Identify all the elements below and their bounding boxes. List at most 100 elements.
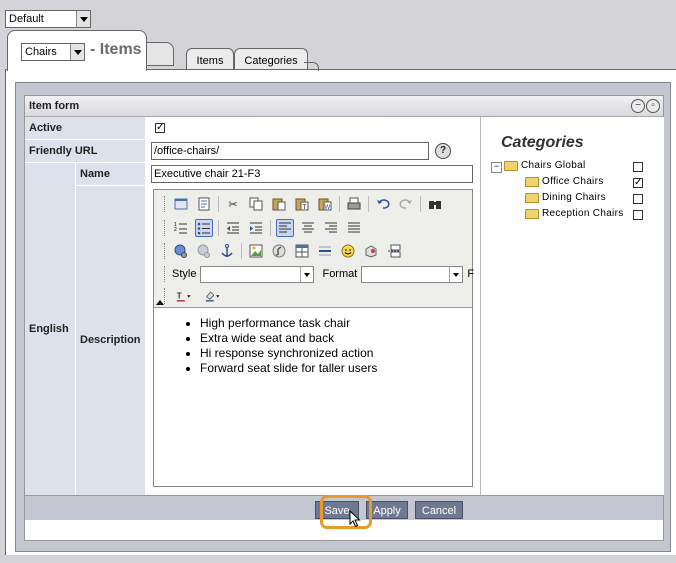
tree-item-chairs-global[interactable]: Chairs Global	[504, 160, 585, 171]
editor-toolbar: ✂ T W 1 2 Style Format F T	[154, 190, 474, 308]
chevron-down-icon[interactable]	[300, 266, 313, 282]
paste-icon[interactable]	[270, 195, 288, 213]
toolbar-row-4: Style Format F	[164, 263, 478, 285]
link-icon[interactable]	[172, 242, 190, 260]
tree-item-office-chairs[interactable]: Office Chairs	[525, 176, 604, 187]
rule-icon[interactable]	[316, 242, 334, 260]
active-checkbox[interactable]: ✓	[155, 123, 165, 133]
default-select[interactable]: Default	[5, 10, 91, 28]
form-header: Item form − ▫	[25, 96, 663, 117]
align-center-icon[interactable]	[299, 219, 317, 237]
preview-icon[interactable]	[195, 195, 213, 213]
toolbar-separator	[270, 220, 271, 236]
save-highlight	[320, 495, 372, 529]
align-right-icon[interactable]	[322, 219, 340, 237]
undo-icon[interactable]	[374, 195, 392, 213]
chevron-down-icon[interactable]	[449, 266, 462, 282]
name-input[interactable]: Executive chair 21-F3	[151, 165, 473, 183]
name-label: Name	[76, 163, 145, 185]
description-list: High performance task chair Extra wide s…	[154, 316, 472, 376]
apply-button[interactable]: Apply	[366, 501, 408, 519]
special-char-icon[interactable]	[362, 242, 380, 260]
bulleted-list-icon[interactable]	[195, 219, 213, 237]
svg-text:T: T	[177, 291, 182, 300]
list-item: Extra wide seat and back	[200, 331, 472, 346]
table-icon[interactable]	[293, 242, 311, 260]
toolbar-grip	[164, 243, 168, 259]
friendly-url-input[interactable]: /office-chairs/	[151, 142, 429, 160]
font-label: F	[467, 268, 475, 280]
friendly-url-label: Friendly URL	[25, 140, 145, 162]
toolbar-row-5: T	[164, 285, 230, 307]
unlink-icon[interactable]	[195, 242, 213, 260]
toolbar-row-1: ✂ T W	[164, 193, 449, 215]
language-label: English	[25, 163, 75, 495]
text-color-icon[interactable]: T	[172, 287, 196, 305]
chevron-down-icon[interactable]	[70, 44, 84, 60]
redo-icon[interactable]	[397, 195, 415, 213]
format-select[interactable]	[361, 265, 464, 283]
collapse-tree-icon[interactable]: −	[491, 162, 502, 173]
cut-icon[interactable]: ✂	[224, 195, 242, 213]
tree-item-label: Office Chairs	[542, 176, 604, 187]
toolbar-grip	[164, 220, 168, 236]
folder-icon	[525, 192, 539, 203]
style-select[interactable]	[200, 265, 315, 283]
svg-text:W: W	[325, 205, 331, 211]
editor-content[interactable]: High performance task chair Extra wide s…	[154, 308, 472, 488]
paste-word-icon[interactable]: W	[316, 195, 334, 213]
toolbar-separator	[218, 220, 219, 236]
background-color-icon[interactable]	[201, 287, 225, 305]
dining-chairs-checkbox[interactable]	[633, 194, 643, 204]
tree-item-dining-chairs[interactable]: Dining Chairs	[525, 192, 606, 203]
minimize-icon[interactable]: −	[631, 99, 645, 113]
toolbar-separator	[368, 196, 369, 212]
indent-icon[interactable]	[247, 219, 265, 237]
find-icon[interactable]	[426, 195, 444, 213]
image-icon[interactable]	[247, 242, 265, 260]
tab-categories[interactable]: Categories	[234, 48, 308, 69]
name-cell: Executive chair 21-F3	[146, 163, 480, 185]
page-break-icon[interactable]	[385, 242, 403, 260]
form-fields: Active ✓ Friendly URL /office-chairs/ ? …	[25, 117, 480, 495]
cancel-button[interactable]: Cancel	[415, 501, 463, 519]
folder-icon	[525, 208, 539, 219]
list-item: High performance task chair	[200, 316, 472, 331]
paste-text-icon[interactable]: T	[293, 195, 311, 213]
copy-icon[interactable]	[247, 195, 265, 213]
outdent-icon[interactable]	[224, 219, 242, 237]
align-left-icon[interactable]	[276, 219, 294, 237]
help-icon[interactable]: ?	[435, 143, 451, 159]
toolbar-separator	[420, 196, 421, 212]
toolbar-separator	[241, 243, 242, 259]
friendly-url-cell: /office-chairs/ ?	[146, 140, 480, 162]
format-label: Format	[322, 268, 358, 280]
anchor-icon[interactable]	[218, 242, 236, 260]
tree-item-reception-chairs[interactable]: Reception Chairs	[525, 208, 624, 219]
item-form-panel: Item form − ▫ Active ✓ Friendly URL /off…	[24, 95, 664, 541]
collapse-toolbar-icon[interactable]	[156, 300, 164, 305]
active-label: Active	[25, 117, 145, 139]
flash-icon[interactable]	[270, 242, 288, 260]
source-icon[interactable]	[172, 195, 190, 213]
toolbar-separator	[339, 196, 340, 212]
smiley-icon[interactable]	[339, 242, 357, 260]
restore-icon[interactable]: ▫	[646, 99, 660, 113]
numbered-list-icon[interactable]: 12	[172, 219, 190, 237]
page-title: - Items	[90, 41, 142, 58]
reception-chairs-checkbox[interactable]	[633, 210, 643, 220]
office-chairs-checkbox[interactable]: ✓	[633, 178, 643, 188]
items-header-tab: Chairs - Items	[7, 30, 147, 71]
section-select[interactable]: Chairs	[21, 43, 85, 61]
chairs-global-checkbox[interactable]	[633, 162, 643, 172]
svg-text:2: 2	[174, 227, 177, 233]
justify-icon[interactable]	[345, 219, 363, 237]
tab-end	[304, 62, 319, 71]
mouse-cursor-icon	[349, 510, 361, 528]
form-title: Item form	[29, 100, 80, 112]
chevron-down-icon[interactable]	[76, 11, 90, 27]
print-icon[interactable]	[345, 195, 363, 213]
tab-items[interactable]: Items	[186, 48, 234, 69]
form-container: Item form − ▫ Active ✓ Friendly URL /off…	[15, 82, 671, 552]
content-frame: Item form − ▫ Active ✓ Friendly URL /off…	[5, 69, 676, 555]
